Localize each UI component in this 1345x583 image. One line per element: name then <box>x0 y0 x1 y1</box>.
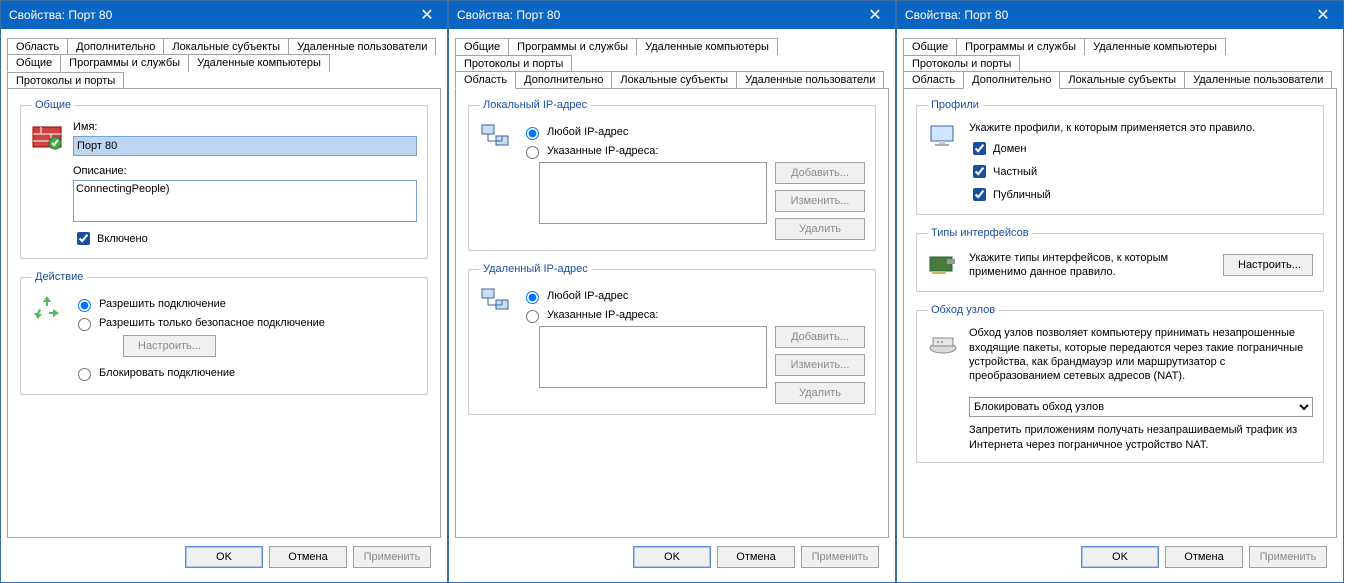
description-input[interactable]: ConnectingPeople) <box>73 180 417 222</box>
tab-protocols[interactable]: Протоколы и порты <box>455 55 572 72</box>
legend-iface: Типы интерфейсов <box>927 227 1033 239</box>
group-interface-types: Типы интерфейсов Укажите типы интерфейсо… <box>916 227 1324 292</box>
enabled-checkbox[interactable]: Включено <box>73 229 417 248</box>
titlebar: Свойства: Порт 80 ✕ <box>1 1 447 29</box>
tab-programs[interactable]: Программы и службы <box>956 38 1085 55</box>
radio-allow[interactable]: Разрешить подключение <box>73 296 417 312</box>
tab-local-principals[interactable]: Локальные субъекты <box>163 38 289 55</box>
legend-local-ip: Локальный IP-адрес <box>479 99 591 111</box>
legend-remote-ip: Удаленный IP-адрес <box>479 263 592 275</box>
profiles-desc: Укажите профили, к которым применяется э… <box>969 121 1313 135</box>
cancel-button[interactable]: Отмена <box>1165 546 1243 568</box>
close-icon[interactable]: ✕ <box>1303 1 1343 29</box>
tab-local-principals[interactable]: Локальные субъекты <box>1059 71 1185 89</box>
description-label: Описание: <box>73 165 417 177</box>
tab-general[interactable]: Общие <box>903 38 957 55</box>
recycle-icon <box>31 293 63 325</box>
group-local-ip: Локальный IP-адрес Любой IP-адрес Указан… <box>468 99 876 251</box>
remote-add-button: Добавить... <box>775 326 865 348</box>
tab-remote-users[interactable]: Удаленные пользователи <box>736 71 884 89</box>
tab-programs[interactable]: Программы и службы <box>60 54 189 72</box>
check-domain[interactable]: Домен <box>969 139 1313 158</box>
tab-remote-computers[interactable]: Удаленные компьютеры <box>188 54 330 72</box>
tab-remote-computers[interactable]: Удаленные компьютеры <box>636 38 778 55</box>
radio-secure[interactable]: Разрешить только безопасное подключение <box>73 315 417 331</box>
ok-button[interactable]: OK <box>1081 546 1159 568</box>
local-add-button: Добавить... <box>775 162 865 184</box>
iface-desc: Укажите типы интерфейсов, к которым прим… <box>969 251 1213 280</box>
window-title: Свойства: Порт 80 <box>9 8 112 22</box>
tab-scope[interactable]: Область <box>903 71 964 89</box>
traversal-hint: Запретить приложениям получать незапраши… <box>969 423 1313 452</box>
tab-advanced[interactable]: Дополнительно <box>67 38 164 55</box>
group-action: Действие Разрешить подключение Разрешить… <box>20 271 428 395</box>
name-label: Имя: <box>73 121 417 133</box>
tab-remote-users[interactable]: Удаленные пользователи <box>1184 71 1332 89</box>
apply-button: Применить <box>353 546 431 568</box>
ok-button[interactable]: OK <box>633 546 711 568</box>
close-icon[interactable]: ✕ <box>855 1 895 29</box>
ok-button[interactable]: OK <box>185 546 263 568</box>
local-ip-list <box>539 162 767 224</box>
group-profiles: Профили Укажите профили, к которым приме… <box>916 99 1324 215</box>
name-input[interactable] <box>73 136 417 156</box>
tab-programs[interactable]: Программы и службы <box>508 38 637 55</box>
dialog-advanced: Свойства: Порт 80 ✕ Общие Программы и сл… <box>896 0 1344 583</box>
radio-remote-specific[interactable]: Указанные IP-адреса: <box>521 307 865 323</box>
group-general: Общие Имя: Описание: ConnectingPeople) В… <box>20 99 428 259</box>
check-private[interactable]: Частный <box>969 162 1313 181</box>
titlebar: Свойства: Порт 80 ✕ <box>897 1 1343 29</box>
nic-icon <box>927 249 959 281</box>
tab-general[interactable]: Общие <box>455 38 509 55</box>
remote-ip-list <box>539 326 767 388</box>
tab-general[interactable]: Общие <box>7 54 61 72</box>
firewall-icon <box>31 121 63 153</box>
check-public[interactable]: Публичный <box>969 185 1313 204</box>
tab-local-principals[interactable]: Локальные субъекты <box>611 71 737 89</box>
apply-button: Применить <box>801 546 879 568</box>
legend-traversal: Обход узлов <box>927 304 999 316</box>
router-icon <box>927 326 959 358</box>
dialog-scope: Свойства: Порт 80 ✕ Общие Программы и сл… <box>448 0 896 583</box>
dialog-general: Свойства: Порт 80 ✕ Область Дополнительн… <box>0 0 448 583</box>
cancel-button[interactable]: Отмена <box>717 546 795 568</box>
traversal-desc: Обход узлов позволяет компьютеру принима… <box>969 326 1313 383</box>
tab-protocols[interactable]: Протоколы и порты <box>903 55 1020 72</box>
remote-delete-button: Удалить <box>775 382 865 404</box>
radio-block[interactable]: Блокировать подключение <box>73 365 417 381</box>
legend-action: Действие <box>31 271 87 283</box>
tab-protocols[interactable]: Протоколы и порты <box>7 72 124 89</box>
tab-scope[interactable]: Область <box>7 38 68 55</box>
cancel-button[interactable]: Отмена <box>269 546 347 568</box>
local-delete-button: Удалить <box>775 218 865 240</box>
titlebar: Свойства: Порт 80 ✕ <box>449 1 895 29</box>
monitor-icon <box>927 121 959 153</box>
tab-remote-computers[interactable]: Удаленные компьютеры <box>1084 38 1226 55</box>
tab-advanced[interactable]: Дополнительно <box>963 71 1060 89</box>
legend-general: Общие <box>31 99 75 111</box>
window-title: Свойства: Порт 80 <box>905 8 1008 22</box>
legend-profiles: Профили <box>927 99 983 111</box>
apply-button: Применить <box>1249 546 1327 568</box>
group-edge-traversal: Обход узлов Обход узлов позволяет компью… <box>916 304 1324 463</box>
radio-local-any[interactable]: Любой IP-адрес <box>521 124 865 140</box>
close-icon[interactable]: ✕ <box>407 1 447 29</box>
window-title: Свойства: Порт 80 <box>457 8 560 22</box>
traversal-select[interactable]: Блокировать обход узлов <box>969 397 1313 417</box>
iface-configure-button[interactable]: Настроить... <box>1223 254 1313 276</box>
configure-button: Настроить... <box>123 335 216 357</box>
radio-local-specific[interactable]: Указанные IP-адреса: <box>521 143 865 159</box>
tab-remote-users[interactable]: Удаленные пользователи <box>288 38 436 55</box>
local-edit-button: Изменить... <box>775 190 865 212</box>
radio-remote-any[interactable]: Любой IP-адрес <box>521 288 865 304</box>
network-icon <box>479 285 511 317</box>
group-remote-ip: Удаленный IP-адрес Любой IP-адрес Указан… <box>468 263 876 415</box>
tab-advanced[interactable]: Дополнительно <box>515 71 612 89</box>
network-icon <box>479 121 511 153</box>
tab-scope[interactable]: Область <box>455 71 516 89</box>
remote-edit-button: Изменить... <box>775 354 865 376</box>
